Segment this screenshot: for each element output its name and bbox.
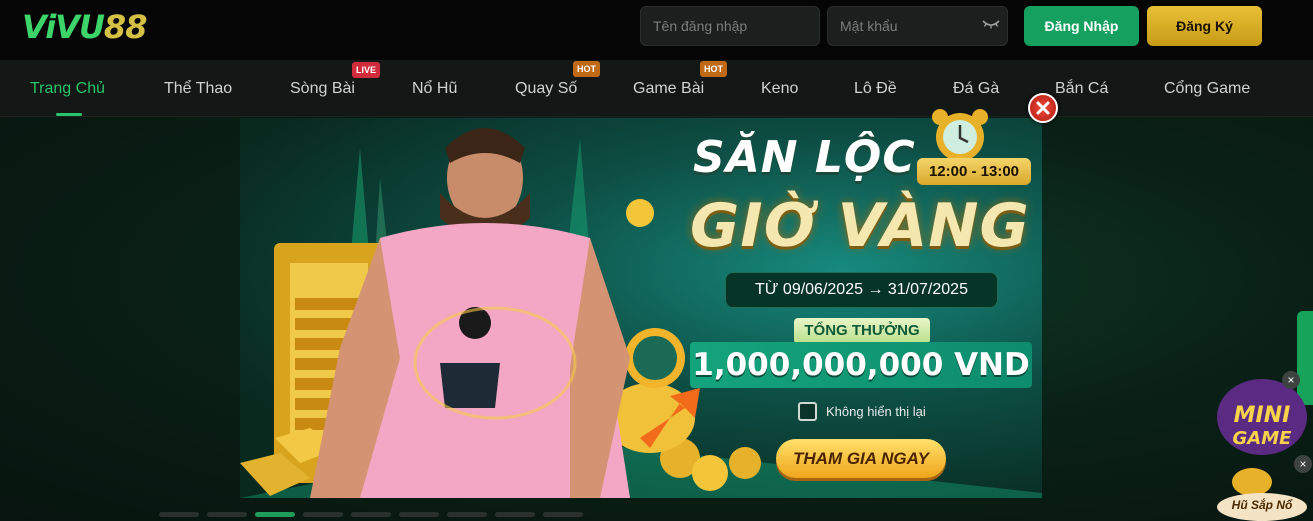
nav-item-keno[interactable]: Keno [761, 60, 798, 117]
carousel-dot[interactable] [303, 512, 343, 517]
carousel-dot[interactable] [447, 512, 487, 517]
nav-item-slots[interactable]: Nổ Hũ [412, 60, 457, 117]
carousel-dot[interactable] [543, 512, 583, 517]
username-input[interactable] [640, 6, 820, 46]
dont-show-again-label[interactable]: Không hiển thị lại [826, 404, 926, 419]
live-badge: LIVE [352, 62, 381, 78]
carousel-dot[interactable] [399, 512, 439, 517]
dont-show-again-checkbox[interactable] [798, 402, 817, 421]
hot-badge-lottery: HOT [573, 61, 600, 77]
nav-item-home[interactable]: Trang Chủ [30, 60, 105, 117]
carousel-dot[interactable] [207, 512, 247, 517]
nav-item-sports[interactable]: Thể Thao [164, 60, 232, 117]
mini-game-title-line2: GAME [1233, 428, 1293, 449]
join-now-button[interactable]: THAM GIA NGAY [776, 439, 946, 478]
promo-title-line2: GIỜ VÀNG [690, 191, 1030, 261]
prize-amount: 1,000,000,000 VND [690, 342, 1032, 388]
eye-closed-icon[interactable] [981, 17, 1001, 31]
jackpot-close-button[interactable]: × [1294, 455, 1312, 473]
jackpot-label: Hũ Sắp Nổ [1231, 498, 1293, 512]
nav-item-lode[interactable]: Lô Đề [854, 60, 897, 117]
mini-game-title-line1: MINI [1234, 403, 1291, 428]
nav-item-game-portal[interactable]: Cổng Game [1164, 60, 1250, 117]
site-logo[interactable]: ViVU88 [22, 8, 148, 46]
carousel-dot[interactable] [159, 512, 199, 517]
logo-text-part2: 88 [103, 8, 148, 46]
prize-label: TỔNG THƯỞNG [794, 318, 930, 344]
alarm-clock-icon [932, 109, 988, 161]
nav-item-lottery[interactable]: Quay Số [515, 60, 577, 117]
nav-item-casino[interactable]: Sòng Bài [290, 60, 355, 117]
carousel-dot[interactable] [351, 512, 391, 517]
carousel-dot-active[interactable] [255, 512, 295, 517]
top-bar: ViVU88 Đăng Nhập Đăng Ký [0, 0, 1313, 60]
hot-badge-card-games: HOT [700, 61, 727, 77]
logo-text-part1: ViVU [22, 8, 105, 46]
nav-item-card-games[interactable]: Game Bài [633, 60, 704, 117]
promo-date-range: TỪ 09/06/2025 → 31/07/2025 [725, 272, 998, 308]
register-button[interactable]: Đăng Ký [1147, 6, 1262, 46]
nav-active-indicator [56, 113, 82, 116]
promo-title-line1: SĂN LỘC [693, 132, 916, 183]
carousel-dot[interactable] [495, 512, 535, 517]
close-icon [1036, 101, 1050, 115]
close-popup-button[interactable] [1028, 93, 1058, 123]
main-nav: Trang Chủ Thể Thao Sòng Bài Nổ Hũ Quay S… [0, 60, 1313, 117]
nav-item-fishing[interactable]: Bắn Cá [1055, 60, 1108, 117]
promo-time-range: 12:00 - 13:00 [917, 158, 1031, 185]
login-button[interactable]: Đăng Nhập [1024, 6, 1139, 46]
mini-game-close-button[interactable]: × [1282, 371, 1300, 389]
